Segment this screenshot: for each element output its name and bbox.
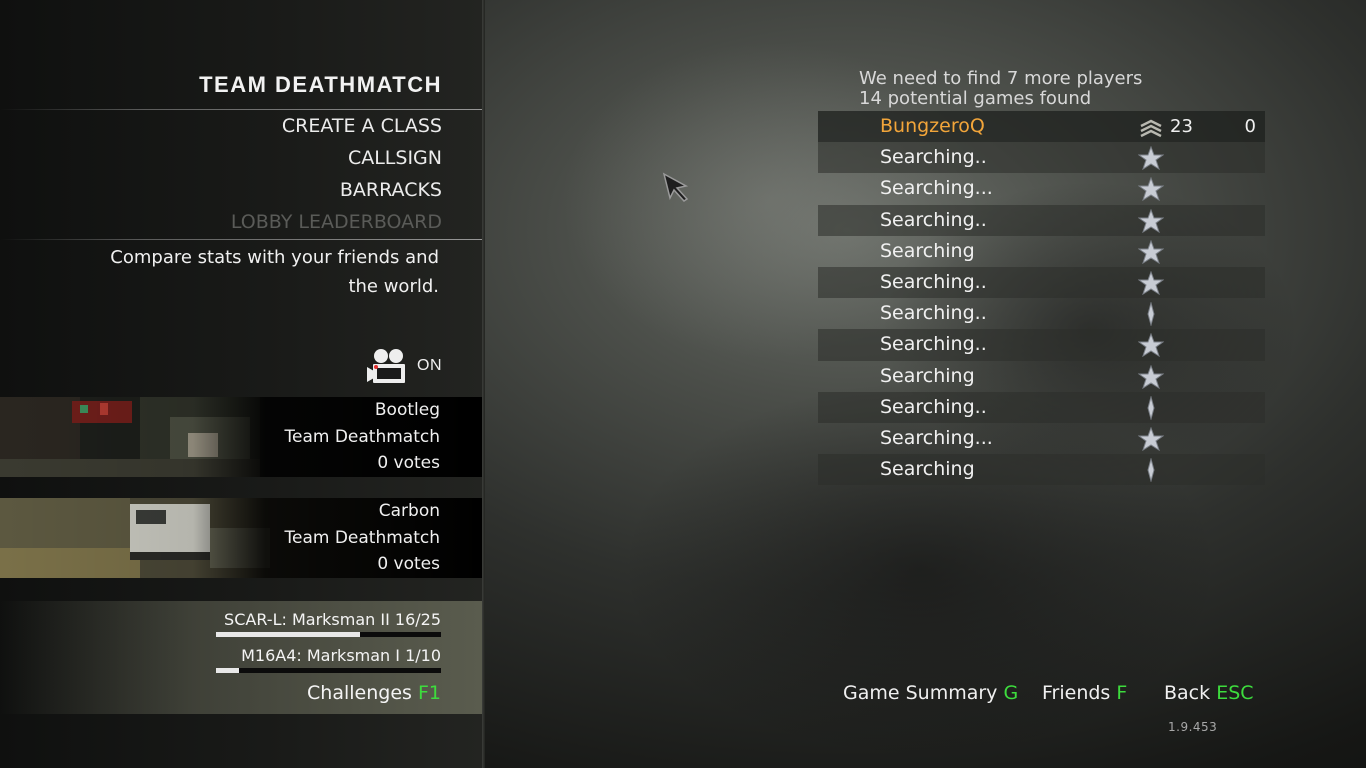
star-icon [1138,239,1164,264]
player-name: Searching [880,364,975,387]
panel-divider [482,0,485,768]
player-row[interactable]: Searching.. [818,298,1265,329]
challenge-progress-bar [216,632,441,637]
player-name: BungzeroQ [880,115,985,137]
map-mode: Team Deathmatch [284,527,440,548]
player-name: Searching [880,458,975,481]
divider [0,239,482,240]
player-row[interactable]: Searching [818,236,1265,267]
hotkey-f: F [1116,682,1128,704]
player-name: Searching... [880,426,993,449]
star-icon [1147,302,1155,327]
back-button[interactable]: Back ESC [1164,682,1254,704]
player-row[interactable]: Searching.. [818,329,1265,361]
menu-callsign[interactable]: CALLSIGN [348,147,442,169]
games-found-text: 14 potential games found [859,88,1092,109]
player-row[interactable]: BungzeroQ 23 0 [818,111,1265,143]
player-list: BungzeroQ 23 0 Searching.. Searching... Searc… [818,111,1265,486]
star-icon [1138,208,1164,233]
player-level: 23 [1170,116,1193,137]
map-info: Carbon Team Deathmatch 0 votes [284,498,440,578]
action-label: Back [1164,682,1211,704]
player-name: Searching.. [880,208,987,231]
game-mode-title: TEAM DEATHMATCH [199,72,442,97]
star-icon [1138,333,1164,358]
map-name: Bootleg [374,400,440,420]
player-row[interactable]: Searching... [818,173,1265,204]
player-row[interactable]: Searching [818,454,1265,486]
star-icon [1147,395,1155,420]
map-vote-option[interactable]: Bootleg Team Deathmatch 0 votes [0,397,482,477]
film-camera-icon [367,349,405,383]
player-row[interactable]: Searching [818,361,1265,392]
action-label: Friends [1042,682,1111,704]
player-name: Searching.. [880,146,987,169]
player-name: Searching.. [880,395,987,418]
map-votes: 0 votes [377,453,440,473]
star-icon [1138,364,1164,389]
theater-state: ON [417,357,442,374]
player-name: Searching [880,239,975,262]
star-icon [1147,458,1155,483]
player-row[interactable]: Searching... [818,423,1265,454]
star-icon [1138,177,1164,202]
player-row[interactable]: Searching.. [818,204,1265,236]
map-name: Carbon [378,501,440,521]
challenges-link[interactable]: Challenges F1 [307,682,441,704]
hotkey-esc: ESC [1216,682,1254,704]
challenge-progress-fill [216,632,360,637]
lobby-side-panel: TEAM DEATHMATCH CREATE A CLASS CALLSIGN … [0,0,482,768]
game-summary-button[interactable]: Game Summary G [843,682,1018,704]
map-info: Bootleg Team Deathmatch 0 votes [284,397,440,477]
players-needed-text: We need to find 7 more players [859,68,1143,89]
divider [0,109,482,110]
map-vote-option[interactable]: Carbon Team Deathmatch 0 votes [0,498,482,578]
player-row[interactable]: Searching.. [818,266,1265,299]
mouse-cursor-icon [662,172,689,202]
challenge-label: SCAR-L: Marksman II 16/25 [224,610,441,629]
menu-barracks[interactable]: BARRACKS [340,179,442,201]
player-score: 0 [1244,116,1256,137]
challenge-label: M16A4: Marksman I 1/10 [241,646,441,665]
action-label: Game Summary [843,682,998,704]
hotkey-g: G [1003,682,1019,704]
player-row[interactable]: Searching.. [818,391,1265,423]
player-name: Searching.. [880,333,987,356]
challenge-progress-fill [216,668,239,673]
map-mode: Team Deathmatch [284,426,440,447]
star-icon [1138,270,1164,295]
menu-description: Compare stats with your friends and the … [110,247,439,297]
star-icon [1138,146,1164,171]
player-row[interactable]: Searching.. [818,142,1265,174]
star-icon [1138,426,1164,451]
sergeant-chevron-icon [1140,119,1162,138]
version-label: 1.9.453 [1168,720,1218,734]
menu-create-a-class[interactable]: CREATE A CLASS [282,115,442,137]
player-name: Searching.. [880,270,987,293]
map-votes: 0 votes [377,554,440,574]
player-name: Searching.. [880,302,987,325]
menu-lobby-leaderboard[interactable]: LOBBY LEADERBOARD [231,211,442,233]
challenges-label: Challenges [307,682,412,704]
challenge-progress-bar [216,668,441,673]
matchmaking-status: We need to find 7 more players 14 potent… [859,69,1142,109]
hotkey-f1: F1 [417,682,441,704]
player-name: Searching... [880,177,993,200]
friends-button[interactable]: Friends F [1042,682,1127,704]
theater-recording-toggle[interactable]: ON [367,348,442,384]
